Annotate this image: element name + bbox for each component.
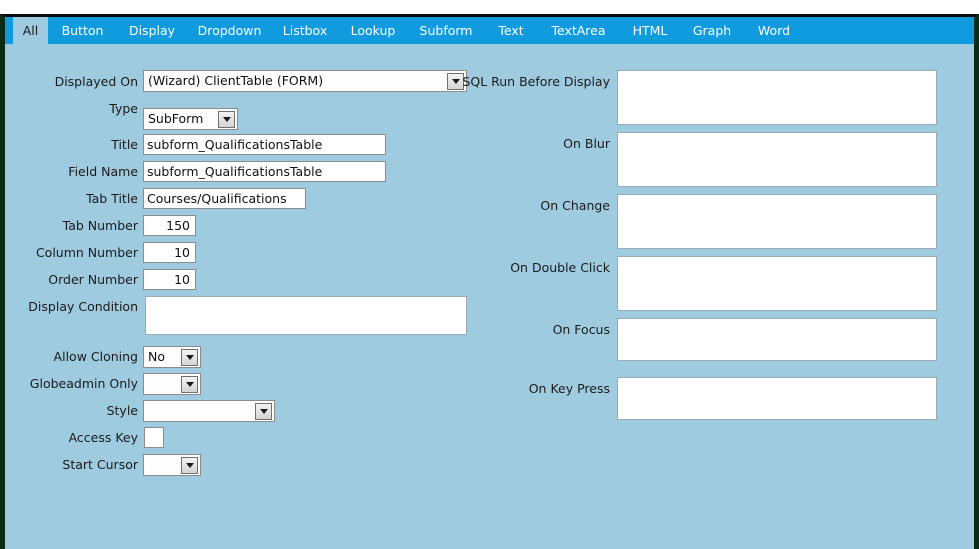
- label-on-blur: On Blur: [563, 136, 610, 151]
- tab-display[interactable]: Display: [117, 17, 187, 44]
- label-displayed-on: Displayed On: [54, 74, 138, 89]
- label-tab-title: Tab Title: [86, 191, 138, 206]
- on-double-click-textarea[interactable]: [617, 256, 937, 311]
- tab-label: Dropdown: [197, 23, 262, 38]
- display-condition-textarea[interactable]: [145, 296, 467, 335]
- form-panel: Displayed On (Wizard) ClientTable (FORM)…: [5, 44, 974, 549]
- field-name-input[interactable]: subform_QualificationsTable: [143, 161, 386, 182]
- tab-text[interactable]: Text: [484, 17, 538, 44]
- tab-listbox[interactable]: Listbox: [272, 17, 338, 44]
- tab-subform[interactable]: Subform: [408, 17, 484, 44]
- chevron-down-icon[interactable]: [255, 402, 272, 420]
- label-type: Type: [109, 101, 138, 116]
- tab-number-input[interactable]: 150: [143, 215, 196, 236]
- label-field-name: Field Name: [68, 164, 138, 179]
- label-access-key: Access Key: [68, 430, 138, 445]
- sql-run-before-display-textarea[interactable]: [617, 70, 937, 125]
- tab-label: Text: [498, 23, 524, 38]
- tab-html[interactable]: HTML: [619, 17, 681, 44]
- tab-title-input[interactable]: Courses/Qualifications: [143, 188, 306, 209]
- tab-label: Lookup: [350, 23, 396, 38]
- tab-all[interactable]: All: [13, 17, 48, 44]
- globeadmin-only-select[interactable]: [143, 373, 201, 395]
- label-sql-run-before-display: SQL Run Before Display: [462, 74, 610, 89]
- window-frame: All Button Display Dropdown Listbox Look…: [0, 14, 979, 549]
- label-on-double-click: On Double Click: [510, 260, 610, 275]
- tab-label: Button: [61, 23, 104, 38]
- access-key-input[interactable]: [144, 427, 164, 448]
- displayed-on-select[interactable]: (Wizard) ClientTable (FORM): [143, 70, 467, 92]
- chevron-down-icon[interactable]: [181, 375, 198, 393]
- label-title: Title: [111, 137, 138, 152]
- type-value: SubForm: [148, 111, 204, 126]
- tab-label: Word: [757, 23, 791, 38]
- label-start-cursor: Start Cursor: [62, 457, 138, 472]
- tab-textarea[interactable]: TextArea: [538, 17, 619, 44]
- tab-label: Subform: [419, 23, 473, 38]
- label-globeadmin-only: Globeadmin Only: [29, 376, 138, 391]
- tab-label: Graph: [692, 23, 732, 38]
- tab-label: HTML: [632, 23, 668, 38]
- type-select[interactable]: SubForm: [143, 108, 238, 130]
- title-input[interactable]: subform_QualificationsTable: [143, 134, 386, 155]
- label-order-number: Order Number: [48, 272, 138, 287]
- allow-cloning-select[interactable]: No: [143, 346, 201, 368]
- tab-lookup[interactable]: Lookup: [338, 17, 408, 44]
- allow-cloning-value: No: [148, 349, 165, 364]
- tab-bar: All Button Display Dropdown Listbox Look…: [5, 17, 974, 44]
- order-number-input[interactable]: 10: [143, 269, 196, 290]
- tab-label: Display: [128, 23, 176, 38]
- chevron-down-icon[interactable]: [181, 348, 198, 366]
- tab-graph[interactable]: Graph: [681, 17, 743, 44]
- form-designer-window: All Button Display Dropdown Listbox Look…: [0, 0, 979, 549]
- label-style: Style: [106, 403, 138, 418]
- on-change-textarea[interactable]: [617, 194, 937, 249]
- on-blur-textarea[interactable]: [617, 132, 937, 187]
- label-on-change: On Change: [540, 198, 610, 213]
- style-select[interactable]: [143, 400, 275, 422]
- on-focus-textarea[interactable]: [617, 318, 937, 361]
- chevron-down-icon[interactable]: [218, 110, 235, 128]
- label-column-number: Column Number: [35, 245, 138, 260]
- on-key-press-textarea[interactable]: [617, 377, 937, 420]
- tab-label: Listbox: [282, 23, 328, 38]
- column-number-input[interactable]: 10: [143, 242, 196, 263]
- tab-dropdown[interactable]: Dropdown: [187, 17, 272, 44]
- tab-button[interactable]: Button: [48, 17, 117, 44]
- label-display-condition: Display Condition: [28, 299, 138, 314]
- label-on-focus: On Focus: [552, 322, 610, 337]
- tab-label: All: [22, 23, 39, 38]
- label-allow-cloning: Allow Cloning: [53, 349, 138, 364]
- label-tab-number: Tab Number: [62, 218, 138, 233]
- chevron-down-icon[interactable]: [181, 456, 198, 474]
- label-on-key-press: On Key Press: [528, 381, 610, 396]
- tab-word[interactable]: Word: [743, 17, 805, 44]
- tab-label: TextArea: [551, 23, 606, 38]
- start-cursor-select[interactable]: [143, 454, 201, 476]
- displayed-on-value: (Wizard) ClientTable (FORM): [148, 73, 324, 88]
